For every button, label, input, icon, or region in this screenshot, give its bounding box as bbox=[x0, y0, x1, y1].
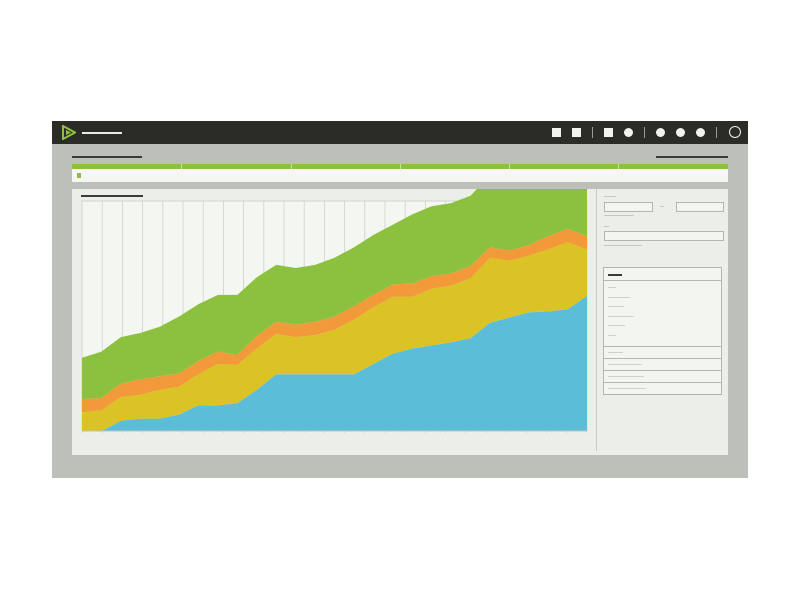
page-action-placeholder[interactable] bbox=[656, 156, 728, 158]
side-panel bbox=[600, 189, 725, 455]
main-content bbox=[72, 155, 728, 455]
legend-item[interactable] bbox=[608, 306, 624, 307]
page-title-placeholder bbox=[72, 156, 142, 158]
legend-item[interactable] bbox=[608, 287, 616, 288]
app-window bbox=[52, 121, 748, 478]
circle-icon[interactable] bbox=[696, 128, 705, 137]
app-title-placeholder bbox=[82, 132, 122, 134]
filter-checkbox[interactable] bbox=[77, 173, 81, 178]
stacked-area-chart bbox=[81, 189, 588, 433]
range-separator bbox=[660, 206, 664, 207]
toolbar-separator bbox=[644, 127, 645, 138]
field-label-placeholder bbox=[604, 196, 616, 197]
toolbar-separator bbox=[592, 127, 593, 138]
field-hint-placeholder bbox=[604, 215, 634, 216]
user-icon[interactable] bbox=[729, 126, 741, 138]
field-hint-placeholder bbox=[604, 245, 642, 246]
circle-icon[interactable] bbox=[656, 128, 665, 137]
legend-separator bbox=[604, 346, 721, 347]
legend-item[interactable] bbox=[608, 316, 634, 317]
panel-divider bbox=[596, 189, 597, 451]
logo-icon[interactable] bbox=[62, 125, 76, 140]
field-label-placeholder bbox=[604, 226, 609, 227]
circle-icon[interactable] bbox=[676, 128, 685, 137]
legend-item[interactable] bbox=[608, 335, 616, 336]
toolbar-separator bbox=[716, 127, 717, 138]
chart-area bbox=[80, 189, 595, 455]
legend-item[interactable] bbox=[608, 376, 644, 377]
legend-item[interactable] bbox=[608, 297, 630, 298]
legend-separator bbox=[604, 358, 721, 359]
legend-separator bbox=[604, 370, 721, 371]
legend-separator bbox=[604, 382, 721, 383]
legend-separator bbox=[604, 280, 721, 281]
legend-card bbox=[603, 267, 722, 395]
legend-item[interactable] bbox=[608, 388, 646, 389]
legend-item[interactable] bbox=[608, 352, 623, 353]
legend-item[interactable] bbox=[608, 364, 642, 365]
square-icon[interactable] bbox=[604, 128, 613, 137]
square-icon[interactable] bbox=[572, 128, 581, 137]
circle-icon[interactable] bbox=[624, 128, 633, 137]
top-navigation-bar bbox=[52, 121, 748, 144]
filter-row bbox=[72, 169, 728, 182]
legend-title-placeholder bbox=[608, 274, 622, 276]
date-to-input[interactable] bbox=[676, 202, 724, 212]
select-field[interactable] bbox=[604, 231, 724, 241]
legend-item[interactable] bbox=[608, 325, 625, 326]
date-from-input[interactable] bbox=[604, 202, 653, 212]
square-icon[interactable] bbox=[552, 128, 561, 137]
dashboard-panel bbox=[72, 189, 728, 455]
